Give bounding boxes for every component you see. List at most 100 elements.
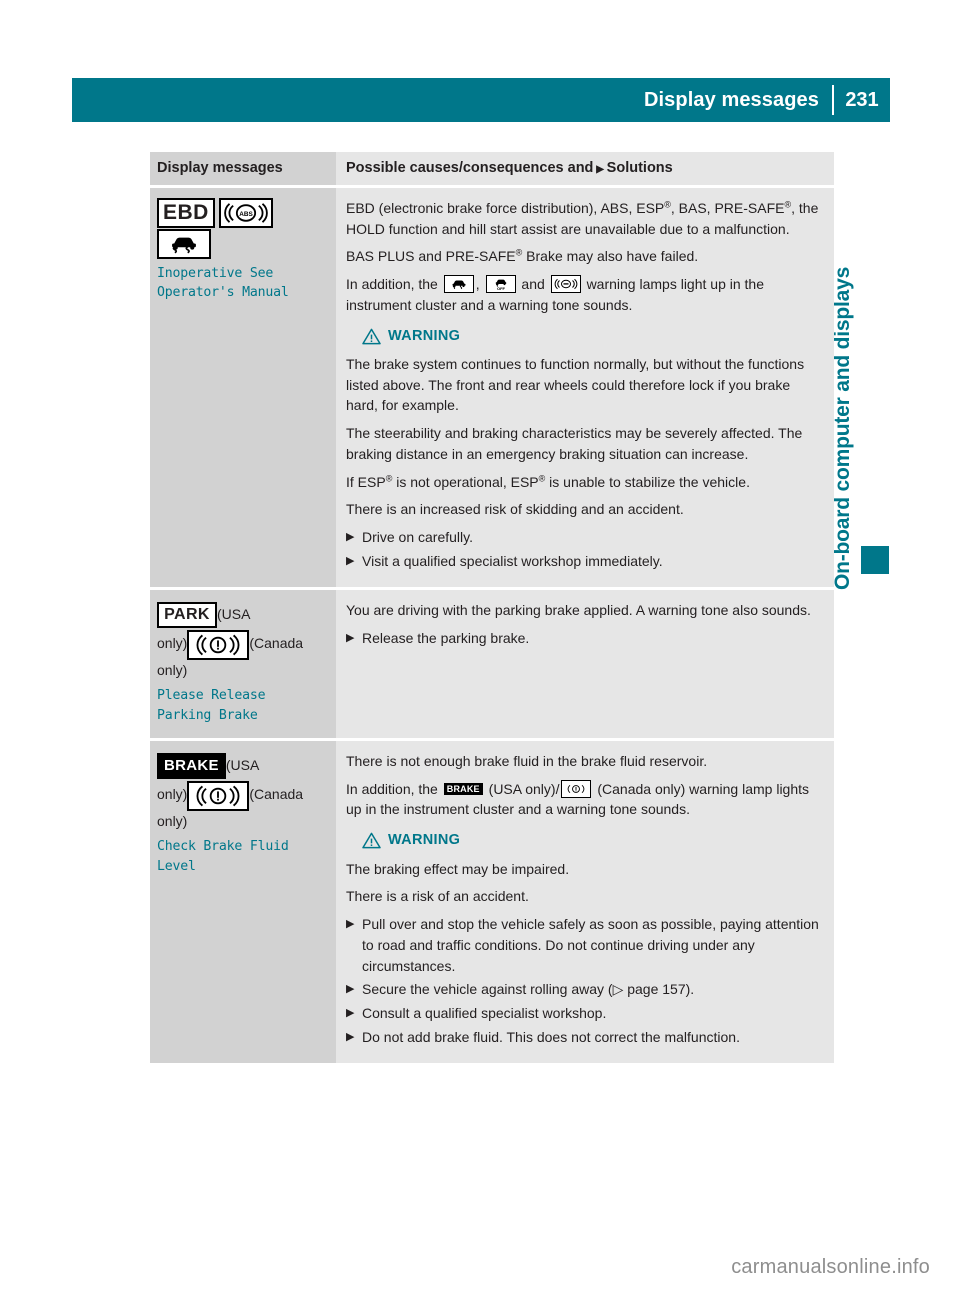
abs-icon: ABS — [218, 198, 273, 229]
row3-warning-text-2: There is a risk of an accident. — [346, 888, 529, 905]
page-number: 231 — [845, 89, 879, 111]
row1-symbol-line-1: EBD ABS — [157, 198, 328, 229]
row3-solution-item: ▶ Pull over and stop the vehicle safely … — [346, 914, 822, 976]
row3-only-note-1: only) — [157, 786, 188, 803]
row3-usa-note: (USA — [225, 757, 260, 774]
table-header-row: Display messages Possible causes/consequ… — [150, 152, 834, 185]
row1-esp-b: is not operational, ESP — [392, 473, 539, 490]
row3-only-note-2: only) — [157, 812, 188, 829]
row1-paragraph-3: In addition, the , OFF and warning lamps… — [346, 274, 822, 315]
table-row: PARK (USA only) (Canada only) Please Rel… — [150, 590, 834, 739]
row1-warning-heading: WARNING — [362, 326, 822, 347]
row1-solution-item: ▶ Visit a qualified specialist workshop … — [346, 551, 822, 572]
row3-symbol-line-2: only) (Canada — [157, 780, 328, 811]
table-header-causes-solutions: Possible causes/consequences and ▶ Solut… — [336, 152, 834, 185]
row1-p2-b: Brake may also have failed. — [522, 248, 699, 265]
row1-paragraph-1: EBD (electronic brake force distribution… — [346, 198, 822, 239]
park-symbol: PARK — [157, 602, 217, 629]
row1-paragraph-2: BAS PLUS and PRE-SAFE® Brake may also ha… — [346, 246, 822, 267]
row3-description-cell: There is not enough brake fluid in the b… — [336, 741, 834, 1064]
chapter-side-marker — [861, 546, 889, 574]
row3-warning-label: WARNING — [388, 832, 461, 849]
solution-triangle-icon: ▶ — [346, 918, 355, 931]
row2-only-note-1: only) — [157, 635, 188, 652]
table-row: EBD ABS Inoperative See Operator's Manua… — [150, 188, 834, 588]
row2-symbols-cell: PARK (USA only) (Canada only) Please Rel… — [150, 590, 336, 739]
row2-description-cell: You are driving with the parking brake a… — [336, 590, 834, 739]
row3-warning-heading: WARNING — [362, 830, 822, 851]
solution-triangle-icon: ▶ — [346, 983, 355, 996]
row1-esp-c: is unable to stabilize the vehicle. — [545, 473, 750, 490]
row3-solution-text-3: Do not add brake fluid. This does not co… — [362, 1029, 740, 1046]
row3-warning-text-1: The braking effect may be impaired. — [346, 860, 570, 877]
abs-icon-inline — [550, 275, 581, 294]
warning-triangle-icon — [362, 833, 381, 849]
table-row: BRAKE (USA only) (Canada only) Check Bra… — [150, 741, 834, 1064]
row3-solution-secure: Secure the vehicle against rolling away … — [362, 979, 822, 1000]
page-reference[interactable]: ▷ page 157 — [613, 981, 686, 997]
page-header-bar: Display messages 231 — [72, 78, 890, 122]
row3-display-message: Check Brake Fluid Level — [157, 839, 289, 875]
row2-usa-note: (USA — [217, 606, 251, 623]
display-messages-table: Display messages Possible causes/consequ… — [150, 152, 834, 1064]
brake-warning-icon — [187, 629, 250, 660]
brake-warning-icon — [187, 780, 250, 811]
row3-canada-note: (Canada — [249, 786, 304, 803]
solution-triangle-icon: ▶ — [346, 1031, 355, 1044]
row1-warning-text-2: The steerability and braking characteris… — [346, 425, 803, 462]
solutions-triangle-icon: ▶ — [593, 164, 607, 175]
row2-symbol-line-2: only) (Canada — [157, 629, 328, 660]
row2-display-message: Please Release Parking Brake — [157, 688, 266, 724]
esp-skid-icon — [157, 228, 211, 259]
svg-text:ABS: ABS — [239, 211, 253, 218]
row1-solution-text-2: Visit a qualified specialist workshop im… — [362, 553, 663, 570]
table-header-display-messages: Display messages — [150, 152, 336, 185]
row1-solution-text-1: Drive on carefully. — [362, 529, 474, 546]
chapter-side-tab-label: On-board computer and displays — [831, 266, 854, 590]
solution-triangle-icon: ▶ — [346, 631, 355, 644]
row2-symbol-line-1: PARK (USA — [157, 600, 328, 629]
esp-skid-icon-inline — [443, 275, 474, 294]
solution-triangle-icon: ▶ — [346, 555, 355, 568]
row1-p3-a: In addition, the — [346, 276, 438, 293]
row2-symbol-line-3: only) — [157, 660, 328, 682]
row1-p3-b: , — [475, 276, 480, 293]
row1-warning-label: WARNING — [388, 327, 461, 344]
svg-text:OFF: OFF — [497, 286, 506, 291]
row3-solution-text-2: Consult a qualified specialist workshop. — [362, 1005, 607, 1022]
solution-triangle-icon: ▶ — [346, 531, 355, 544]
row1-solution-item: ▶ Drive on carefully. — [346, 527, 822, 548]
row1-p1-a: EBD (electronic brake force distribution… — [346, 200, 665, 216]
row1-symbols-cell: EBD ABS Inoperative See Operator's Manua… — [150, 188, 336, 588]
chapter-side-tab: On-board computer and displays — [831, 170, 895, 590]
row3-solution-text-1: Pull over and stop the vehicle safely as… — [362, 916, 819, 974]
row3-p2-a: In addition, the — [346, 780, 438, 797]
row3-symbols-cell: BRAKE (USA only) (Canada only) Check Bra… — [150, 741, 336, 1064]
row3-secure-b: ). — [685, 981, 695, 998]
row3-solution-item: ▶ Do not add brake fluid. This does not … — [346, 1027, 822, 1048]
row2-solution-item: ▶ Release the parking brake. — [346, 628, 822, 649]
brake-text-symbol: BRAKE — [157, 753, 226, 780]
row1-p2-a: BAS PLUS and PRE-SAFE — [346, 248, 516, 265]
row2-canada-note: (Canada — [249, 635, 304, 652]
footer-watermark: carmanualsonline.info — [731, 1256, 930, 1278]
ebd-symbol: EBD — [157, 198, 215, 229]
esp-off-icon-inline: OFF — [485, 275, 516, 294]
table-header-solutions-text: Solutions — [606, 160, 673, 176]
row1-esp-a: If ESP — [346, 473, 386, 490]
row3-solution-item: ▶ Consult a qualified specialist worksho… — [346, 1003, 822, 1024]
row1-warning-esp-line: If ESP® is not operational, ESP® is unab… — [346, 472, 822, 493]
row1-p1-b: , BAS, PRE-SAFE — [670, 200, 785, 216]
brake-text-symbol-inline: BRAKE — [443, 783, 483, 796]
row3-symbol-line-1: BRAKE (USA — [157, 751, 328, 780]
row1-p1-sup1: ® — [664, 199, 671, 210]
row2-paragraph-1: You are driving with the parking brake a… — [346, 602, 811, 619]
row1-symbol-line-2 — [157, 228, 328, 259]
row1-p3-c: and — [521, 276, 545, 293]
row2-solution-text-1: Release the parking brake. — [362, 629, 530, 646]
row1-display-message: Inoperative See Operator's Manual — [157, 265, 289, 301]
row3-paragraph-1: There is not enough brake fluid in the b… — [346, 753, 708, 770]
row1-warning-risk: There is an increased risk of skidding a… — [346, 501, 684, 518]
row3-symbol-line-3: only) — [157, 811, 328, 833]
row1-description-cell: EBD (electronic brake force distribution… — [336, 188, 834, 588]
